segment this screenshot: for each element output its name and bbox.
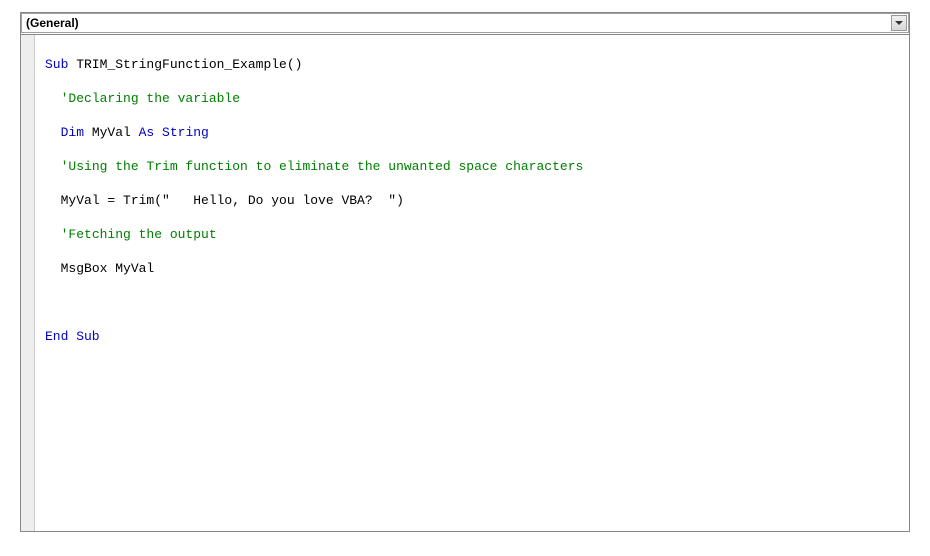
code-statement: MsgBox MyVal	[61, 261, 155, 276]
var-name: MyVal	[84, 125, 139, 140]
keyword-dim: Dim	[61, 125, 84, 140]
keyword-sub: Sub	[45, 57, 68, 72]
margin-indicator-bar	[21, 35, 35, 531]
code-statement: MyVal = Trim(" Hello, Do you love VBA? "…	[61, 193, 404, 208]
chevron-down-icon[interactable]	[891, 15, 907, 31]
type-string: String	[154, 125, 209, 140]
comment: 'Using the Trim function to eliminate th…	[61, 159, 584, 174]
code-editor[interactable]: Sub TRIM_StringFunction_Example() 'Decla…	[35, 35, 909, 531]
object-dropdown[interactable]: (General)	[21, 13, 909, 33]
keyword-as: As	[139, 125, 155, 140]
proc-name: TRIM_StringFunction_Example()	[68, 57, 302, 72]
comment: 'Declaring the variable	[61, 91, 240, 106]
editor-area: Sub TRIM_StringFunction_Example() 'Decla…	[21, 35, 909, 531]
object-dropdown-value: (General)	[26, 16, 79, 30]
code-window: (General) Sub TRIM_StringFunction_Exampl…	[20, 12, 910, 532]
comment: 'Fetching the output	[61, 227, 217, 242]
dropdown-bar: (General)	[21, 13, 909, 35]
keyword-endsub: End Sub	[45, 329, 100, 344]
